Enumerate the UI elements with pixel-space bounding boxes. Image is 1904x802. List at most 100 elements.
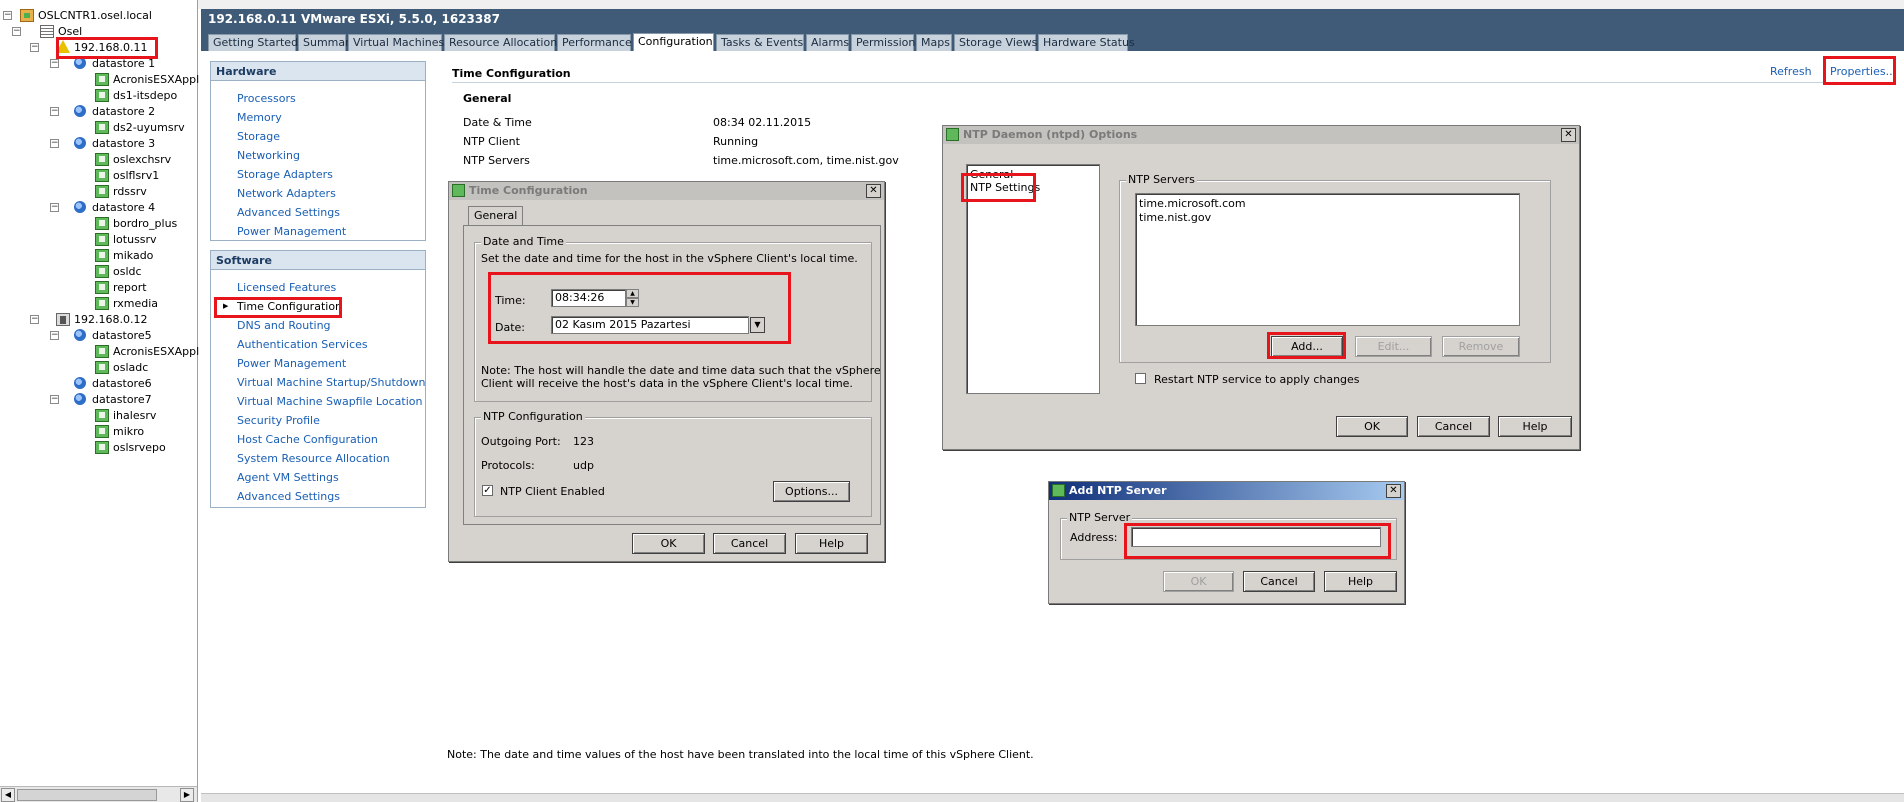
software-link-agent-vm-settings[interactable]: Agent VM Settings (237, 471, 339, 484)
collapse-toggle-icon[interactable]: − (50, 139, 59, 148)
collapse-toggle-icon[interactable]: − (12, 27, 21, 36)
tree-item[interactable]: lotussrv (95, 232, 157, 247)
collapse-toggle-icon[interactable]: − (50, 395, 59, 404)
add-cancel-button[interactable]: Cancel (1243, 571, 1315, 592)
hardware-link-network-adapters[interactable]: Network Adapters (237, 187, 336, 200)
time-ok-button[interactable]: OK (632, 533, 705, 554)
ntp-server-item[interactable]: time.microsoft.com (1139, 197, 1246, 210)
add-help-button[interactable]: Help (1324, 571, 1397, 592)
software-link-authentication-services[interactable]: Authentication Services (237, 338, 368, 351)
tree-item[interactable]: OSLCNTR1.osel.local (20, 8, 152, 23)
ntp-server-item[interactable]: time.nist.gov (1139, 211, 1211, 224)
add-server-button[interactable]: Add... (1271, 336, 1343, 357)
hardware-link-storage-adapters[interactable]: Storage Adapters (237, 168, 333, 181)
hardware-link-storage[interactable]: Storage (237, 130, 280, 143)
tree-item[interactable]: AcronisESXAppl (95, 344, 199, 359)
tree-item[interactable]: 192.168.0.11 (56, 40, 147, 55)
nav-ntp-settings[interactable]: NTP Settings (970, 181, 1040, 194)
chevron-down-icon[interactable]: ▼ (750, 317, 765, 333)
collapse-toggle-icon[interactable]: − (30, 315, 39, 324)
tree-item[interactable]: datastore7 (74, 392, 152, 407)
ntp-cancel-button[interactable]: Cancel (1417, 416, 1490, 437)
date-dropdown[interactable]: 02 Kasım 2015 Pazartesi (551, 316, 749, 334)
software-link-security-profile[interactable]: Security Profile (237, 414, 320, 427)
scroll-thumb[interactable] (17, 789, 157, 801)
ntp-help-button[interactable]: Help (1498, 416, 1572, 437)
tree-item[interactable]: rdssrv (95, 184, 147, 199)
tree-item[interactable]: mikado (95, 248, 153, 263)
software-link-licensed-features[interactable]: Licensed Features (237, 281, 336, 294)
tab-maps[interactable]: Maps (916, 34, 952, 51)
tab-tasks-events[interactable]: Tasks & Events (716, 34, 804, 51)
scroll-right-icon[interactable]: ▶ (180, 788, 194, 802)
tree-item[interactable]: Osel (40, 24, 82, 39)
software-link-system-resource-allocation[interactable]: System Resource Allocation (237, 452, 390, 465)
spin-up-icon[interactable]: ▲ (626, 289, 639, 298)
tree-item[interactable]: 192.168.0.12 (56, 312, 147, 327)
software-link-host-cache-configuration[interactable]: Host Cache Configuration (237, 433, 378, 446)
tree-item[interactable]: osladc (95, 360, 148, 375)
software-link-advanced-settings[interactable]: Advanced Settings (237, 490, 340, 503)
close-icon[interactable]: ✕ (866, 184, 881, 198)
collapse-toggle-icon[interactable]: − (30, 43, 39, 52)
collapse-toggle-icon[interactable]: − (3, 11, 12, 20)
tree-item[interactable]: rxmedia (95, 296, 158, 311)
tab-summary[interactable]: Summary (298, 34, 356, 51)
collapse-toggle-icon[interactable]: − (50, 331, 59, 340)
tree-item[interactable]: ds1-itsdepo (95, 88, 177, 103)
hardware-link-advanced-settings[interactable]: Advanced Settings (237, 206, 340, 219)
tree-item[interactable]: datastore5 (74, 328, 152, 343)
tree-item[interactable]: report (95, 280, 147, 295)
tab-virtual-machines[interactable]: Virtual Machines (348, 34, 444, 51)
collapse-toggle-icon[interactable]: − (50, 203, 59, 212)
properties-link[interactable]: Properties... (1830, 65, 1896, 78)
tab-getting-started[interactable]: Getting Started (208, 34, 298, 51)
tree-item[interactable]: AcronisESXAppl (95, 72, 199, 87)
ntp-ok-button[interactable]: OK (1336, 416, 1408, 437)
close-icon[interactable]: ✕ (1561, 128, 1576, 142)
tab-hardware-status[interactable]: Hardware Status (1038, 34, 1135, 51)
hardware-link-memory[interactable]: Memory (237, 111, 282, 124)
software-link-dns-and-routing[interactable]: DNS and Routing (237, 319, 331, 332)
tree-item[interactable]: bordro_plus (95, 216, 177, 231)
tree-item[interactable]: ds2-uyumsrv (95, 120, 185, 135)
hardware-link-power-management[interactable]: Power Management (237, 225, 346, 238)
tab-alarms[interactable]: Alarms (806, 34, 849, 51)
tree-item[interactable]: datastore 2 (74, 104, 155, 119)
tree-horizontal-scrollbar[interactable]: ◀ ▶ (0, 786, 197, 802)
tree-item[interactable]: mikro (95, 424, 144, 439)
software-link-virtual-machine-startup-shutdown[interactable]: Virtual Machine Startup/Shutdown (237, 376, 425, 389)
software-link-time-configuration[interactable]: Time Configuration (237, 300, 342, 313)
hardware-link-networking[interactable]: Networking (237, 149, 300, 162)
time-input[interactable]: 08:34:26 (551, 289, 626, 307)
tree-item[interactable]: datastore 3 (74, 136, 155, 151)
collapse-toggle-icon[interactable]: − (50, 107, 59, 116)
software-link-virtual-machine-swapfile-location[interactable]: Virtual Machine Swapfile Location (237, 395, 422, 408)
add-dialog-titlebar[interactable]: Add NTP Server (1049, 482, 1404, 500)
scroll-left-icon[interactable]: ◀ (1, 788, 15, 802)
spin-down-icon[interactable]: ▼ (626, 298, 639, 307)
tab-general[interactable]: General (468, 206, 524, 225)
ntp-dialog-titlebar[interactable]: NTP Daemon (ntpd) Options (943, 126, 1579, 144)
time-help-button[interactable]: Help (795, 533, 868, 554)
tree-item[interactable]: datastore 4 (74, 200, 155, 215)
collapse-toggle-icon[interactable]: − (50, 59, 59, 68)
tree-item[interactable]: oslexchsrv (95, 152, 171, 167)
tree-item[interactable]: datastore6 (74, 376, 152, 391)
software-link-power-management[interactable]: Power Management (237, 357, 346, 370)
tab-performance[interactable]: Performance (557, 34, 632, 51)
hardware-link-processors[interactable]: Processors (237, 92, 296, 105)
tree-item[interactable]: oslsrvepo (95, 440, 166, 455)
tab-resource-allocation[interactable]: Resource Allocation (444, 34, 557, 51)
tree-item[interactable]: osldc (95, 264, 142, 279)
ntp-client-enabled-checkbox[interactable]: ✓ (482, 485, 493, 496)
ntp-servers-list[interactable]: time.microsoft.com time.nist.gov (1135, 193, 1520, 326)
tab-permissions[interactable]: Permissions (851, 34, 921, 51)
tab-configuration[interactable]: Configuration (633, 33, 714, 51)
tab-storage-views[interactable]: Storage Views (954, 34, 1037, 51)
time-cancel-button[interactable]: Cancel (713, 533, 786, 554)
tree-item[interactable]: datastore 1 (74, 56, 155, 71)
time-dialog-titlebar[interactable]: Time Configuration (449, 182, 884, 200)
nav-general[interactable]: General (970, 168, 1013, 181)
refresh-link[interactable]: Refresh (1770, 65, 1812, 78)
